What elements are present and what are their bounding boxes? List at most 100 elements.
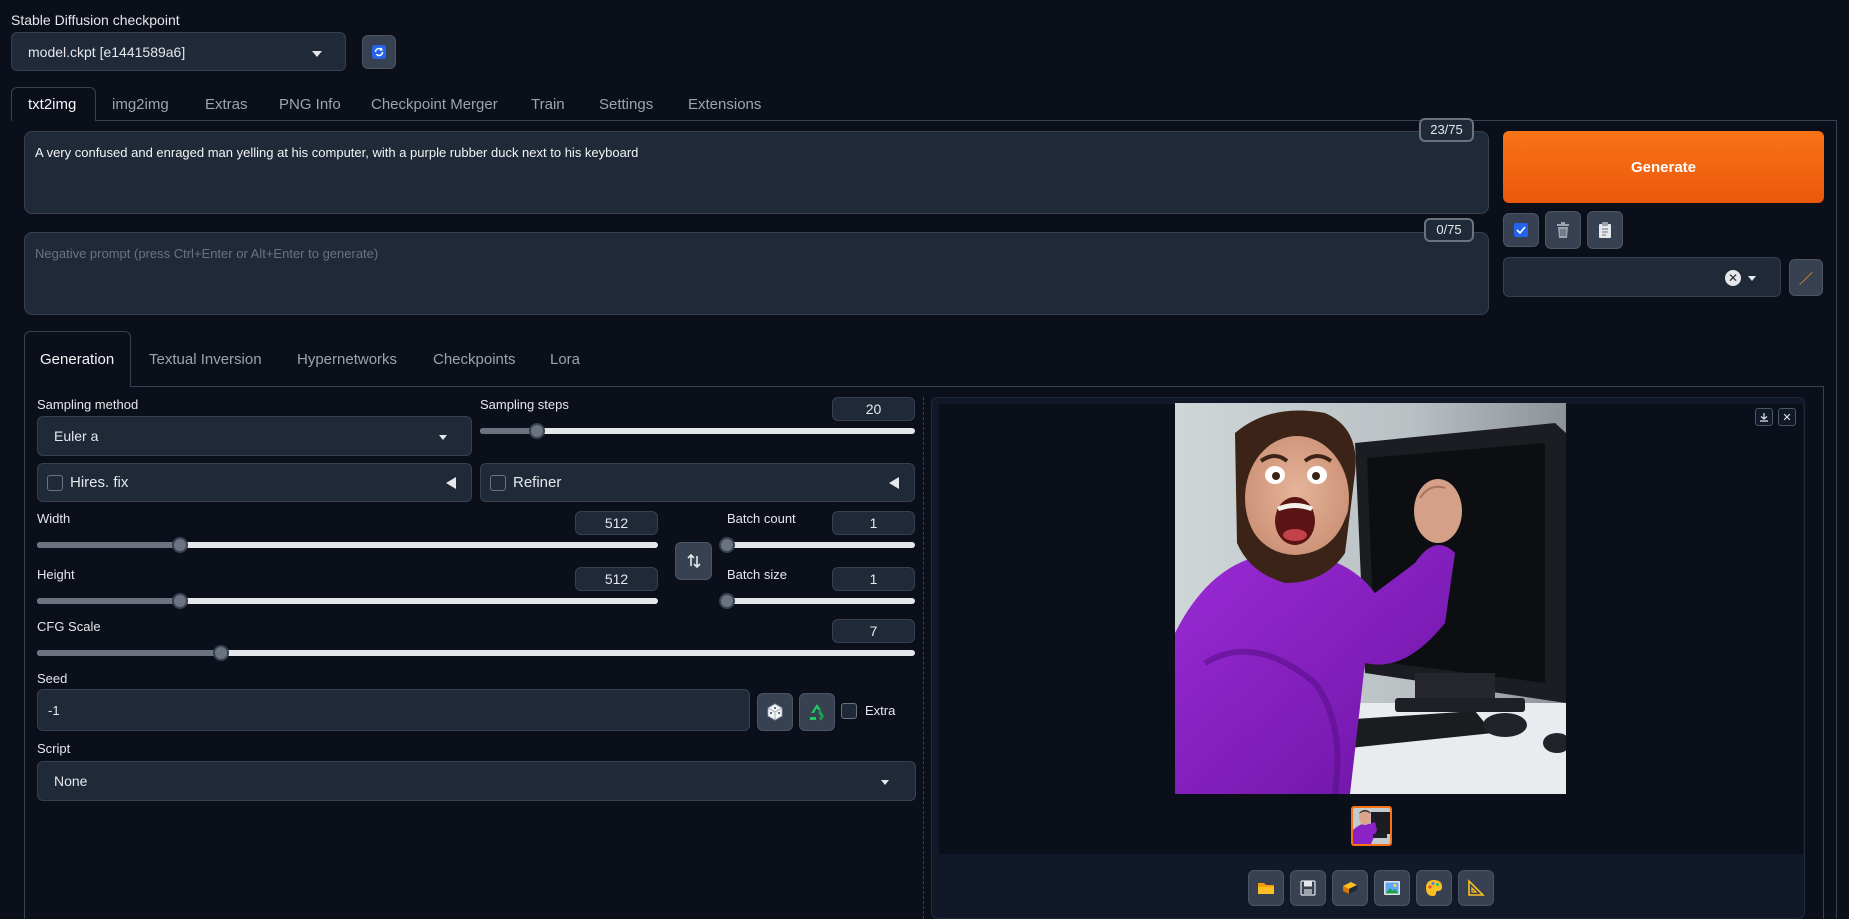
generate-button[interactable]: Generate [1503,131,1824,203]
save-zip-button[interactable] [1332,870,1368,906]
seed-input[interactable]: -1 [37,689,750,731]
palette-icon [1426,880,1442,896]
hires-fix-label: Hires. fix [70,474,129,491]
floppy-disk-icon [1300,880,1316,896]
clear-prompt-button[interactable] [1545,211,1581,249]
negative-prompt-placeholder: Negative prompt (press Ctrl+Enter or Alt… [35,246,379,261]
zip-archive-icon [1343,882,1357,894]
picture-icon [1384,881,1400,895]
chevron-down-icon [439,435,447,440]
batch-size-thumb[interactable] [719,593,735,609]
batch-count-thumb[interactable] [719,537,735,553]
show-extra-networks-button[interactable] [1503,213,1539,247]
width-fill [37,542,180,548]
sampling-method-label: Sampling method [37,397,139,412]
script-dropdown[interactable]: None [37,761,916,801]
close-icon: ✕ [1782,411,1792,424]
gallery-thumbnail[interactable] [1351,806,1392,846]
send-to-inpaint-button[interactable] [1416,870,1452,906]
styles-dropdown[interactable]: ✕ [1503,257,1781,297]
width-thumb[interactable] [171,537,188,553]
send-to-img2img-button[interactable] [1374,870,1410,906]
hires-fix-accordion[interactable]: Hires. fix [37,463,472,502]
download-image-button[interactable] [1755,408,1773,426]
batch-count-slider[interactable] [719,537,915,553]
edit-styles-button[interactable] [1789,259,1823,296]
clear-styles-icon[interactable]: ✕ [1725,270,1741,286]
negative-prompt-textarea[interactable]: Negative prompt (press Ctrl+Enter or Alt… [24,232,1489,315]
sub-panel-left-border [24,386,25,919]
collapse-arrow-icon [446,477,456,489]
cfg-scale-slider[interactable] [37,645,915,661]
sampling-method-dropdown[interactable]: Euler a [37,416,472,456]
save-button[interactable] [1290,870,1326,906]
batch-size-input[interactable]: 1 [832,567,915,591]
width-input[interactable]: 512 [575,511,658,535]
checkbox-icon [1514,223,1528,237]
checkpoint-dropdown[interactable]: model.ckpt [e1441589a6] [11,32,346,71]
prompt-textarea[interactable]: A very confused and enraged man yelling … [24,131,1489,214]
checkpoint-label: Stable Diffusion checkpoint [11,12,180,28]
sampling-steps-label: Sampling steps [480,397,569,412]
collapse-arrow-icon [889,477,899,489]
tab-extensions[interactable]: Extensions [688,96,761,113]
tab-train[interactable]: Train [531,96,565,113]
main-tabs-divider [96,120,1837,121]
hires-fix-checkbox[interactable] [47,475,63,491]
script-value: None [54,773,88,789]
batch-size-slider[interactable] [719,593,915,609]
chevron-down-icon [312,51,322,57]
pencil-icon [1799,271,1813,284]
height-slider[interactable] [37,593,658,609]
width-slider[interactable] [37,537,658,553]
tab-generation[interactable]: Generation [40,351,114,368]
height-thumb[interactable] [171,593,188,609]
thumbnail-picture [1353,808,1390,844]
height-fill [37,598,180,604]
tab-hypernetworks[interactable]: Hypernetworks [297,351,397,368]
swap-dimensions-button[interactable] [675,542,712,580]
tab-checkpoints[interactable]: Checkpoints [433,351,516,368]
refiner-accordion[interactable]: Refiner [480,463,915,502]
sampling-steps-slider[interactable] [480,423,915,439]
random-seed-button[interactable] [757,693,793,731]
dice-icon [767,703,783,721]
tab-textual-inversion[interactable]: Textual Inversion [149,351,262,368]
refresh-checkpoint-button[interactable] [362,35,396,69]
tab-settings[interactable]: Settings [599,96,653,113]
send-to-extras-button[interactable] [1458,870,1494,906]
sampling-steps-input[interactable]: 20 [832,397,915,421]
sampling-method-value: Euler a [54,428,99,444]
cfg-scale-input[interactable]: 7 [832,619,915,643]
recycle-icon [810,704,824,721]
open-folder-button[interactable] [1248,870,1284,906]
tab-txt2img[interactable]: txt2img [28,96,76,113]
close-image-button[interactable]: ✕ [1778,408,1796,426]
chevron-down-icon [1748,276,1756,281]
reuse-seed-button[interactable] [799,693,835,731]
prompt-token-counter: 23/75 [1419,118,1474,142]
column-divider [923,397,924,919]
checkpoint-value: model.ckpt [e1441589a6] [28,43,186,60]
extra-seed-checkbox[interactable] [841,703,857,719]
paste-prompt-button[interactable] [1587,211,1623,249]
script-label: Script [37,741,71,756]
tab-extras[interactable]: Extras [205,96,248,113]
cfg-scale-thumb[interactable] [213,645,230,661]
seed-label: Seed [37,671,68,686]
refiner-checkbox[interactable] [490,475,506,491]
generated-image[interactable] [1175,403,1566,794]
height-label: Height [37,567,75,582]
tab-img2img[interactable]: img2img [112,96,169,113]
tab-checkpoint-merger[interactable]: Checkpoint Merger [371,96,498,113]
tab-lora[interactable]: Lora [550,351,580,368]
generated-image-picture [1175,403,1566,794]
sampling-steps-thumb[interactable] [528,423,545,439]
batch-count-input[interactable]: 1 [832,511,915,535]
tab-png-info[interactable]: PNG Info [279,96,341,113]
folder-icon [1258,883,1274,894]
download-icon [1760,413,1768,422]
refiner-label: Refiner [513,474,562,491]
height-input[interactable]: 512 [575,567,658,591]
swap-arrows-icon [686,553,701,569]
